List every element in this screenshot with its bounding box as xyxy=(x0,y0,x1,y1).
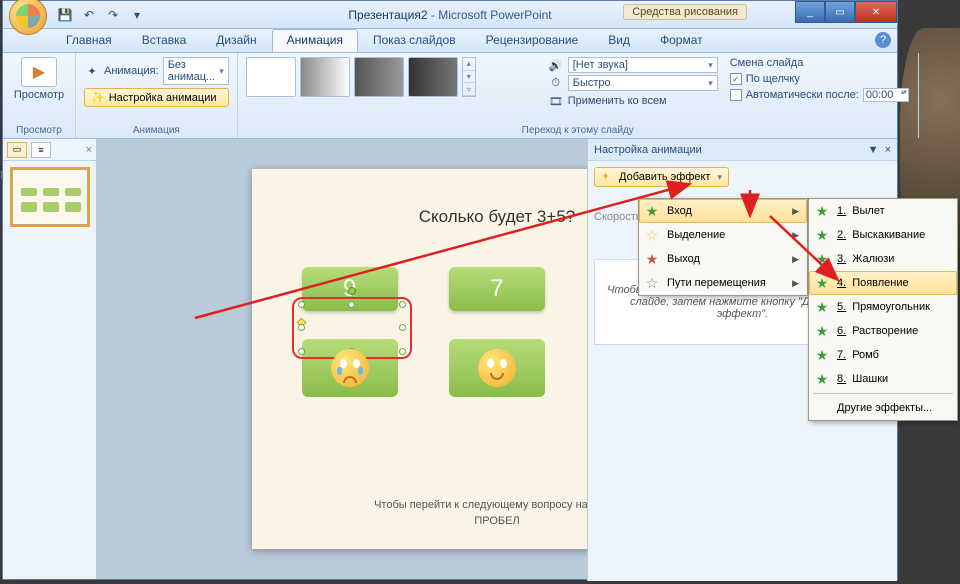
menu-item-Шашки[interactable]: ★8. Шашки xyxy=(809,367,957,391)
menu-item-Пути перемещения[interactable]: ☆Пути перемещения▶ xyxy=(639,271,807,295)
rotate-handle[interactable] xyxy=(348,287,356,295)
star-icon: ★ xyxy=(813,274,831,292)
slide-number: 1 xyxy=(0,170,4,181)
star-icon: ★ xyxy=(813,370,831,388)
speed-icon: ⏱ xyxy=(548,75,564,91)
menu-item-Выскакивание[interactable]: ★2. Выскакивание xyxy=(809,223,957,247)
answer-button-7[interactable]: 7 xyxy=(449,267,545,311)
add-effect-button[interactable]: ✦ Добавить эффект xyxy=(594,167,729,187)
star-icon: ★ xyxy=(813,250,831,268)
effect-category-menu[interactable]: ★Вход▶☆Выделение▶★Выход▶☆Пути перемещени… xyxy=(638,198,808,296)
menu-item-Ромб[interactable]: ★7. Ромб xyxy=(809,343,957,367)
group-transition: ▴▾▿ 🔊[Нет звука] ⏱Быстро 🎞Применить ко в… xyxy=(238,53,919,138)
slides-panel: ▭ ≡ × 1 xyxy=(3,139,97,579)
star-icon: ★ xyxy=(643,250,661,268)
star-icon: ★ xyxy=(643,202,661,220)
tab-slideshow[interactable]: Показ слайдов xyxy=(358,29,471,52)
transition-thumb[interactable] xyxy=(300,57,350,97)
on-click-label: По щелчку xyxy=(746,73,800,85)
doc-name: Презентация2 xyxy=(348,8,427,22)
group-label-transition: Переход к этому слайду xyxy=(238,123,918,136)
menu-item-more-effects[interactable]: Другие эффекты... xyxy=(809,396,957,420)
star-icon: ☆ xyxy=(643,274,661,292)
slides-tab[interactable]: ▭ xyxy=(7,142,27,158)
menu-item-Появление[interactable]: ★4. Появление xyxy=(809,271,957,295)
outline-tab[interactable]: ≡ xyxy=(31,142,51,158)
animate-label: Анимация: xyxy=(104,65,159,77)
transition-none[interactable] xyxy=(246,57,296,97)
save-icon[interactable]: 💾 xyxy=(55,5,75,25)
star-icon: ☆ xyxy=(643,226,661,244)
star-icon: ★ xyxy=(813,226,831,244)
qat-more-icon[interactable]: ▾ xyxy=(127,5,147,25)
contextual-tab-label: Средства рисования xyxy=(623,4,747,20)
menu-item-Растворение[interactable]: ★6. Растворение xyxy=(809,319,957,343)
gallery-more[interactable]: ▴▾▿ xyxy=(462,57,476,97)
taskpane-dropdown-icon[interactable]: ▼ xyxy=(868,144,879,156)
app-name: - Microsoft PowerPoint xyxy=(428,8,552,22)
on-click-checkbox[interactable]: ✓ xyxy=(730,73,742,85)
auto-after-checkbox[interactable] xyxy=(730,89,742,101)
star-icon: ★ xyxy=(813,298,831,316)
animate-icon: ✦ xyxy=(84,63,100,79)
quick-access-toolbar: 💾 ↶ ↷ ▾ xyxy=(55,5,147,25)
preview-icon[interactable]: ▶ xyxy=(21,57,57,87)
tab-view[interactable]: Вид xyxy=(593,29,645,52)
apply-all-icon: 🎞 xyxy=(548,93,564,109)
redo-icon[interactable]: ↷ xyxy=(103,5,123,25)
tab-format[interactable]: Формат xyxy=(645,29,718,52)
transition-thumb[interactable] xyxy=(354,57,404,97)
panel-close-icon[interactable]: × xyxy=(86,144,92,156)
star-icon: ✦ xyxy=(601,170,615,184)
star-icon: ★ xyxy=(813,322,831,340)
star-icon: ★ xyxy=(813,346,831,364)
group-label-preview: Просмотр xyxy=(11,123,67,136)
slide-thumbnail-1[interactable]: 1 xyxy=(12,169,88,225)
transition-thumb[interactable] xyxy=(408,57,458,97)
menu-item-Выделение[interactable]: ☆Выделение▶ xyxy=(639,223,807,247)
menu-item-Вылет[interactable]: ★1. Вылет xyxy=(809,199,957,223)
custom-animation-button[interactable]: ✨ Настройка анимации xyxy=(84,88,229,107)
tab-insert[interactable]: Вставка xyxy=(127,29,202,52)
preview-label[interactable]: Просмотр xyxy=(14,89,64,101)
menu-item-Жалюзи[interactable]: ★3. Жалюзи xyxy=(809,247,957,271)
animate-combo[interactable]: Без анимац... xyxy=(163,57,229,85)
tab-home[interactable]: Главная xyxy=(51,29,127,52)
undo-icon[interactable]: ↶ xyxy=(79,5,99,25)
tab-review[interactable]: Рецензирование xyxy=(471,29,594,52)
menu-item-Прямоугольник[interactable]: ★5. Прямоугольник xyxy=(809,295,957,319)
entrance-effects-menu[interactable]: ★1. Вылет★2. Выскакивание★3. Жалюзи★4. П… xyxy=(808,198,958,421)
custom-animation-icon: ✨ xyxy=(91,91,105,104)
emoji-button-2[interactable] xyxy=(449,339,545,397)
close-button[interactable]: ✕ xyxy=(855,1,897,23)
advance-title: Смена слайда xyxy=(730,57,910,69)
maximize-button[interactable]: ▭ xyxy=(825,1,855,23)
group-animation: ✦ Анимация: Без анимац... ✨ Настройка ан… xyxy=(76,53,238,138)
sound-icon: 🔊 xyxy=(548,57,564,73)
sound-combo[interactable]: [Нет звука] xyxy=(568,57,718,73)
group-preview: ▶ Просмотр Просмотр xyxy=(3,53,76,138)
tab-design[interactable]: Дизайн xyxy=(201,29,271,52)
window-title: Презентация2 - Microsoft PowerPoint xyxy=(348,8,551,22)
minimize-button[interactable]: _ xyxy=(795,1,825,23)
star-icon: ★ xyxy=(813,202,831,220)
titlebar: 💾 ↶ ↷ ▾ Презентация2 - Microsoft PowerPo… xyxy=(3,1,897,29)
selection-handles[interactable] xyxy=(302,305,402,351)
taskpane-title: Настройка анимации xyxy=(594,144,702,156)
group-label-animation: Анимация xyxy=(84,123,229,136)
ribbon-tabs: Главная Вставка Дизайн Анимация Показ сл… xyxy=(3,29,897,53)
ribbon: ▶ Просмотр Просмотр ✦ Анимация: Без аним… xyxy=(3,53,897,139)
menu-item-Выход[interactable]: ★Выход▶ xyxy=(639,247,807,271)
office-button[interactable] xyxy=(9,0,47,35)
tab-animations[interactable]: Анимация xyxy=(272,29,358,52)
window-controls: _ ▭ ✕ xyxy=(795,1,897,23)
speed-combo[interactable]: Быстро xyxy=(568,75,718,91)
auto-time-input[interactable]: 00:00 xyxy=(863,88,909,102)
taskpane-close-icon[interactable]: × xyxy=(885,144,891,156)
transition-gallery[interactable]: ▴▾▿ xyxy=(246,57,536,97)
auto-after-label: Автоматически после: xyxy=(746,89,859,101)
help-icon[interactable]: ? xyxy=(875,32,891,48)
apply-all-button[interactable]: 🎞Применить ко всем xyxy=(548,93,718,109)
menu-item-Вход[interactable]: ★Вход▶ xyxy=(639,199,807,223)
